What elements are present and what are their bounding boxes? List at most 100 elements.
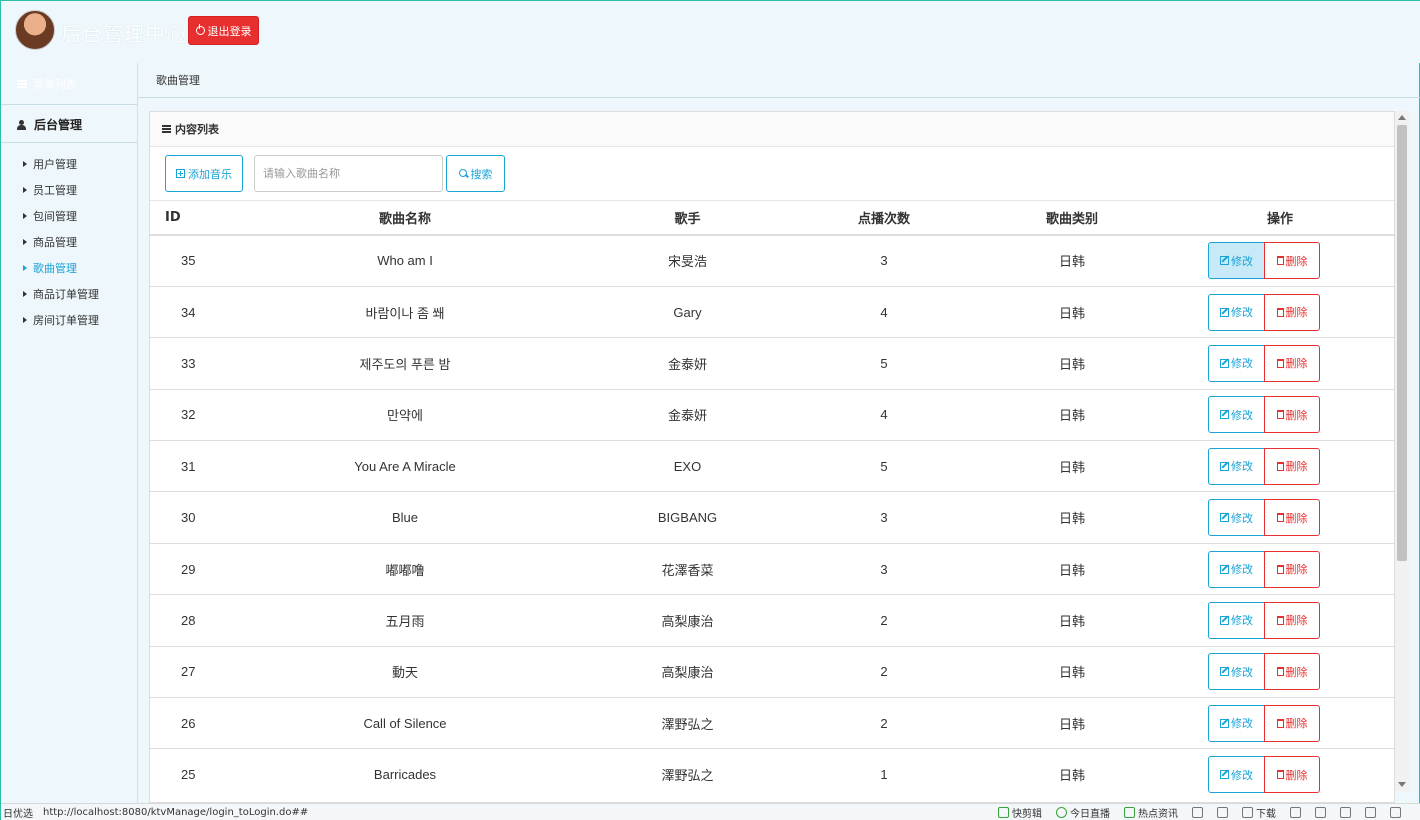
edit-button[interactable]: 修改 — [1208, 242, 1265, 280]
cell-id: 32 — [150, 388, 225, 441]
edit-button[interactable]: 修改 — [1208, 447, 1265, 485]
table-row: 28 五月雨 高梨康治 2 日韩 修改 删除 — [150, 594, 1394, 647]
edit-button[interactable]: 修改 — [1208, 499, 1265, 537]
cell-song-name: 바람이나 좀 쐐 — [225, 285, 585, 338]
status-item-pin[interactable] — [1217, 807, 1228, 818]
edit-button[interactable]: 修改 — [1208, 293, 1265, 331]
sidebar-item-rooms[interactable]: 包间管理 — [1, 203, 137, 229]
sidebar-section-admin[interactable]: 后台管理 — [1, 107, 137, 143]
list-icon — [162, 125, 171, 133]
edit-button[interactable]: 修改 — [1208, 601, 1265, 639]
edit-button[interactable]: 修改 — [1208, 344, 1265, 382]
status-url: http://localhost:8080/ktvManage/login_to… — [43, 807, 309, 818]
trash-icon — [1276, 718, 1284, 728]
delete-label: 删除 — [1285, 564, 1308, 577]
cell-plays: 1 — [790, 748, 978, 801]
sidebar-item-staff[interactable]: 员工管理 — [1, 177, 137, 203]
sidebar-item-label: 商品订单管理 — [33, 288, 99, 301]
sidebar-item-room-orders[interactable]: 房间订单管理 — [1, 307, 137, 333]
toolbar: 添加音乐 搜索 — [150, 147, 1394, 201]
table-header-row: ID 歌曲名称 歌手 点播次数 歌曲类别 操作 — [150, 201, 1394, 236]
status-item-label: 今日直播 — [1070, 809, 1110, 820]
status-item-kuaijianji[interactable]: 快剪辑 — [998, 805, 1042, 820]
cell-plays: 5 — [790, 337, 978, 390]
power-icon — [195, 24, 205, 35]
cell-plays: 5 — [790, 440, 978, 492]
status-item-download[interactable]: 下载 — [1242, 805, 1276, 820]
edit-label: 修改 — [1231, 564, 1253, 577]
delete-label: 删除 — [1285, 358, 1308, 371]
cell-plays: 3 — [790, 542, 978, 595]
edit-button[interactable]: 修改 — [1208, 756, 1265, 794]
edit-icon — [1220, 307, 1229, 317]
scroll-down-arrow-icon[interactable] — [1398, 782, 1406, 787]
edit-label: 修改 — [1231, 255, 1253, 268]
cell-category: 日韩 — [978, 234, 1166, 287]
status-item-volume[interactable] — [1365, 807, 1376, 818]
status-item-news[interactable]: 热点资讯 — [1124, 805, 1178, 820]
delete-button[interactable]: 删除 — [1264, 756, 1320, 794]
scrollbar[interactable] — [1395, 111, 1409, 791]
delete-label: 删除 — [1285, 615, 1308, 628]
cell-song-name: Who am I — [225, 234, 585, 287]
breadcrumb: 歌曲管理 — [138, 63, 1420, 98]
sidebar-section-label: 后台管理 — [34, 118, 83, 132]
delete-button[interactable]: 删除 — [1264, 601, 1320, 639]
edit-button[interactable]: 修改 — [1208, 396, 1265, 434]
edit-icon — [1220, 410, 1229, 420]
status-item-zoom[interactable] — [1390, 807, 1401, 818]
cell-actions: 修改 删除 — [1166, 337, 1394, 390]
row-actions: 修改 删除 — [1166, 447, 1394, 485]
delete-button[interactable]: 删除 — [1264, 293, 1320, 331]
sidebar-item-goods[interactable]: 商品管理 — [1, 229, 137, 255]
cell-singer: 金泰妍 — [585, 337, 790, 390]
cell-singer: 高梨康治 — [585, 594, 790, 647]
delete-button[interactable]: 删除 — [1264, 447, 1320, 485]
menu-list-label: 菜单列表 — [33, 77, 77, 91]
logout-button[interactable]: 退出登录 — [188, 16, 259, 45]
status-item-flag[interactable] — [1290, 807, 1301, 818]
scroll-up-arrow-icon[interactable] — [1398, 115, 1406, 120]
status-item-window[interactable] — [1340, 807, 1351, 818]
table-row: 32 만약에 金泰妍 4 日韩 修改 删除 — [150, 388, 1394, 441]
add-music-button[interactable]: 添加音乐 — [165, 155, 243, 192]
row-actions: 修改 删除 — [1166, 344, 1394, 382]
trash-icon — [1276, 667, 1284, 677]
delete-button[interactable]: 删除 — [1264, 550, 1320, 588]
news-icon — [1124, 807, 1135, 818]
delete-button[interactable]: 删除 — [1264, 704, 1320, 742]
row-actions: 修改 删除 — [1166, 396, 1394, 434]
delete-button[interactable]: 删除 — [1264, 499, 1320, 537]
status-item-refresh[interactable] — [1192, 807, 1203, 818]
plus-square-icon — [176, 169, 185, 178]
cell-singer: BIGBANG — [585, 491, 790, 544]
cell-id: 34 — [150, 285, 225, 338]
status-item-live[interactable]: 今日直播 — [1056, 805, 1110, 820]
pin-icon — [1217, 807, 1228, 818]
delete-button[interactable]: 删除 — [1264, 242, 1320, 280]
edit-button[interactable]: 修改 — [1208, 550, 1265, 588]
table-row: 30 Blue BIGBANG 3 日韩 修改 删除 — [150, 491, 1394, 544]
cell-plays: 3 — [790, 234, 978, 287]
search-button[interactable]: 搜索 — [446, 155, 505, 192]
row-actions: 修改 删除 — [1166, 601, 1394, 639]
search-input[interactable] — [254, 155, 443, 192]
edit-icon — [1220, 667, 1229, 677]
sidebar-item-users[interactable]: 用户管理 — [1, 151, 137, 177]
sidebar-item-goods-orders[interactable]: 商品订单管理 — [1, 281, 137, 307]
user-icon — [17, 119, 26, 130]
edit-button[interactable]: 修改 — [1208, 704, 1265, 742]
play-icon — [998, 807, 1009, 818]
delete-button[interactable]: 删除 — [1264, 344, 1320, 382]
table-row: 26 Call of Silence 澤野弘之 2 日韩 修改 删除 — [150, 697, 1394, 749]
caret-right-icon — [23, 187, 27, 193]
column-header-actions: 操作 — [1166, 201, 1394, 236]
sidebar-item-label: 歌曲管理 — [33, 262, 77, 275]
edit-button[interactable]: 修改 — [1208, 653, 1265, 691]
status-item-settings[interactable] — [1315, 807, 1326, 818]
scroll-thumb[interactable] — [1397, 125, 1407, 561]
delete-button[interactable]: 删除 — [1264, 396, 1320, 434]
delete-button[interactable]: 删除 — [1264, 653, 1320, 691]
sidebar-item-songs[interactable]: 歌曲管理 — [1, 255, 137, 281]
column-header-category: 歌曲类别 — [978, 201, 1166, 236]
